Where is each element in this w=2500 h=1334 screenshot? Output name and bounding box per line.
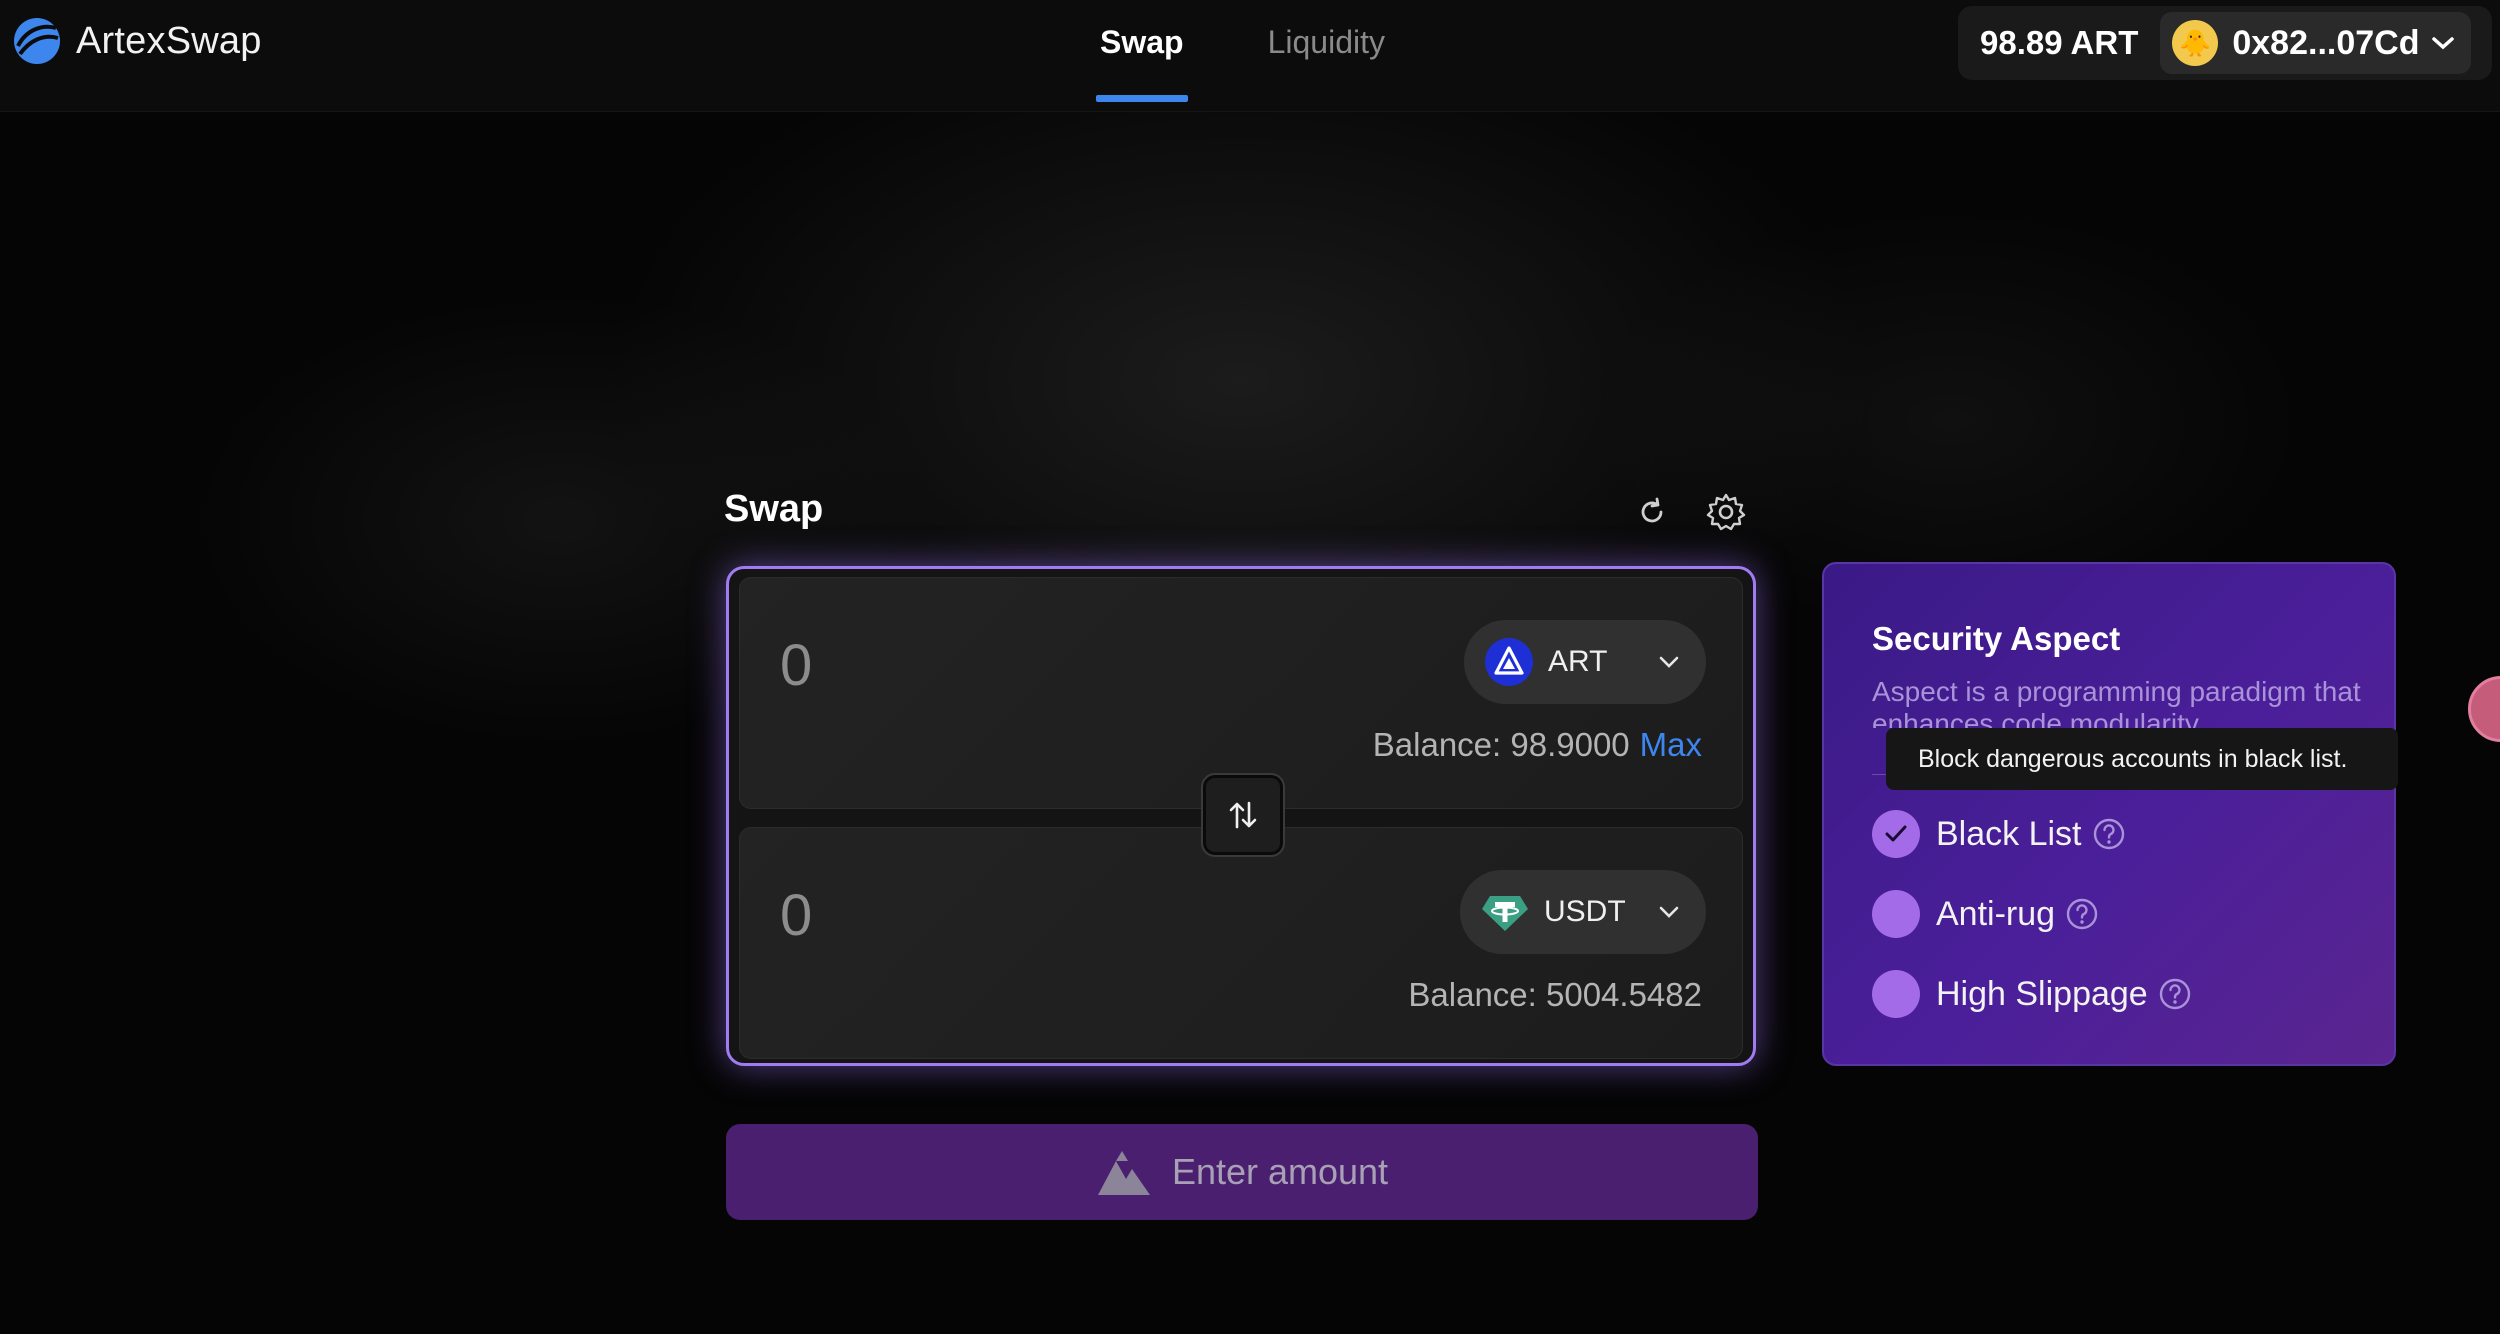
swap-panel: ART Balance: 98.9000 Max USDT Balance:: [726, 566, 1756, 1066]
option-label: Black List: [1936, 814, 2082, 853]
wallet-balance[interactable]: 98.89 ART: [1958, 24, 2160, 62]
from-balance-label: Balance: 98.9000: [1372, 726, 1630, 763]
account-button[interactable]: 🐥 0x82...07Cd: [2160, 12, 2472, 74]
wallet-address: 0x82...07Cd: [2232, 23, 2420, 62]
avatar: 🐥: [2172, 20, 2219, 66]
help-icon[interactable]: [2092, 817, 2126, 851]
from-balance: Balance: 98.9000 Max: [1373, 726, 1702, 764]
from-token-name: ART: [1548, 645, 1608, 678]
to-token-name: USDT: [1544, 895, 1626, 928]
chevron-down-icon: [1659, 906, 1679, 918]
to-balance: Balance: 5004.5482: [1408, 976, 1702, 1014]
security-aspect-card: Security Aspect Aspect is a programming …: [1822, 562, 2396, 1066]
swap-title: Swap: [724, 488, 824, 530]
security-description: Aspect is a programming paradigm that en…: [1872, 676, 2361, 728]
tab-swap[interactable]: Swap: [1096, 0, 1188, 102]
brand-logo[interactable]: ArtexSwap: [12, 16, 262, 66]
check-icon: [1885, 825, 1907, 842]
chevron-down-icon: [1659, 656, 1679, 668]
from-token-select[interactable]: ART: [1464, 620, 1706, 704]
checkbox-unchecked[interactable]: [1872, 970, 1920, 1018]
enter-amount-label: Enter amount: [1171, 1151, 1389, 1192]
security-title: Security Aspect: [1872, 620, 2121, 657]
to-token-select[interactable]: USDT: [1460, 870, 1706, 954]
enter-amount-button[interactable]: Enter amount: [726, 1124, 1758, 1220]
from-amount-input[interactable]: [780, 632, 1280, 699]
option-black-list[interactable]: Black List: [1872, 810, 2126, 858]
artex-mountain-icon: [1097, 1151, 1150, 1195]
black-list-tooltip: Block dangerous accounts in black list.: [1886, 728, 2398, 790]
art-token-icon: [1485, 638, 1533, 686]
main-nav: Swap Liquidity: [1096, 0, 1389, 112]
to-amount-input[interactable]: [780, 882, 1280, 949]
swap-arrows-icon: [1229, 801, 1257, 829]
chevron-down-icon: [2432, 37, 2455, 50]
to-balance-label: Balance: 5004.5482: [1408, 976, 1702, 1013]
checkbox-unchecked[interactable]: [1872, 890, 1920, 938]
artex-logo-icon: [14, 18, 60, 64]
to-token-box: USDT Balance: 5004.5482: [739, 827, 1743, 1059]
gear-icon[interactable]: [1704, 490, 1748, 534]
usdt-token-icon: [1482, 896, 1528, 931]
floating-bubble-icon[interactable]: [2468, 676, 2500, 742]
refresh-icon[interactable]: [1630, 490, 1674, 534]
help-icon[interactable]: [2158, 977, 2192, 1011]
option-high-slippage[interactable]: High Slippage: [1872, 970, 2192, 1018]
option-label: High Slippage: [1936, 974, 2148, 1013]
option-anti-rug[interactable]: Anti-rug: [1872, 890, 2099, 938]
help-icon[interactable]: [2065, 897, 2099, 931]
max-button[interactable]: Max: [1640, 726, 1702, 764]
flip-tokens-button[interactable]: [1201, 773, 1285, 857]
brand-name: ArtexSwap: [76, 19, 262, 62]
tab-liquidity[interactable]: Liquidity: [1264, 0, 1389, 102]
top-bar: ArtexSwap Swap Liquidity 98.89 ART 🐥 0x8…: [0, 0, 2500, 112]
checkbox-checked[interactable]: [1872, 810, 1920, 858]
wallet-widget: 98.89 ART 🐥 0x82...07Cd: [1958, 6, 2492, 80]
option-label: Anti-rug: [1936, 894, 2056, 933]
